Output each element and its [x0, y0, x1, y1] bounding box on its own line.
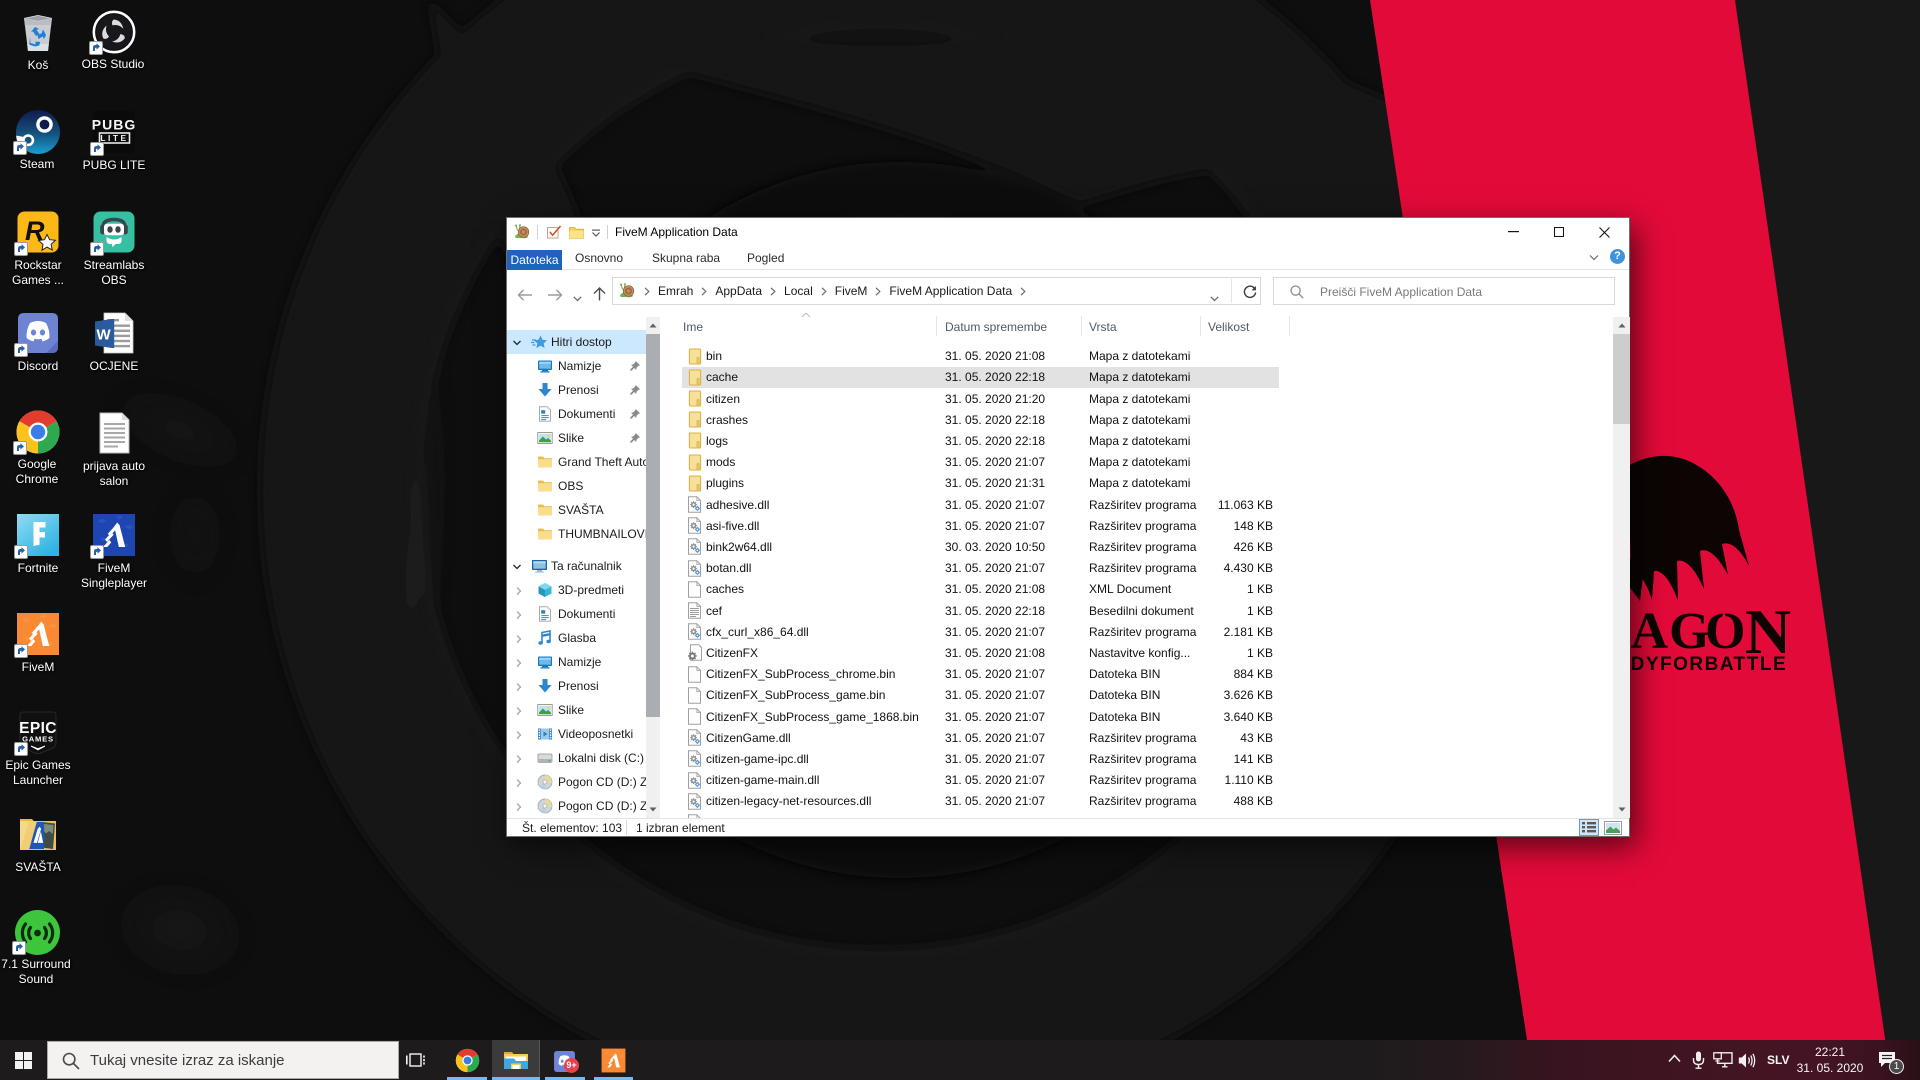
svg-text:LITE: LITE — [100, 133, 128, 143]
svg-text:PUBG: PUBG — [92, 117, 136, 133]
svg-text:W: W — [97, 327, 112, 344]
